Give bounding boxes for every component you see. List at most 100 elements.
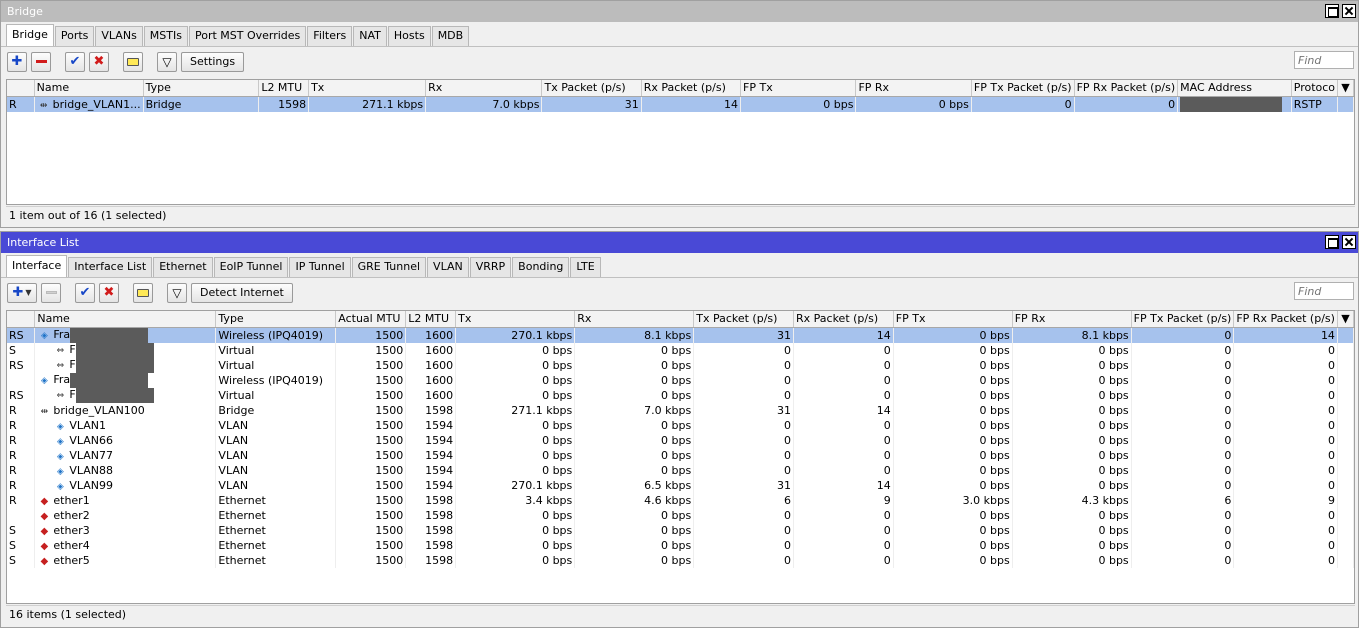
remove-icon[interactable] (41, 282, 61, 303)
column-header-rx-packet-p-s[interactable]: Rx Packet (p/s) (793, 311, 894, 328)
tab-nat[interactable]: NAT (353, 26, 387, 46)
table-row[interactable]: R ◈ VLAN1 VLAN 1500 1594 0 bps 0 bps 0 0 0 bps 0 bp… (7, 417, 1354, 433)
tab-bonding[interactable]: Bonding (512, 257, 570, 277)
column-header-tx-packet-p-s[interactable]: Tx Packet (p/s) (693, 311, 794, 328)
column-header-type[interactable]: Type (215, 311, 337, 328)
column-menu-icon[interactable]: ▼ (1337, 80, 1354, 97)
table-row[interactable]: S ◆ ether3 Ethernet 1500 1598 0 bps 0 bps 0 0 0 bp… (7, 522, 1354, 538)
detect-internet-button[interactable]: Detect Internet (191, 282, 293, 303)
cell-name: ⇹ bridge_VLAN100 (34, 402, 217, 418)
add-icon[interactable]: ✚ (7, 51, 27, 72)
column-header-fp-rx[interactable]: FP Rx (1012, 311, 1132, 328)
cell-fprx: 0 bps (1012, 462, 1132, 478)
column-header-name[interactable]: Name (34, 311, 217, 328)
table-row[interactable]: RS ⇔ F Virtual 1500 1600 0 bps 0 bps 0 0 0 bps 0 bp… (7, 387, 1354, 403)
column-header-type[interactable]: Type (143, 80, 260, 97)
filter-icon[interactable]: ▽ (157, 51, 177, 72)
tab-mdb[interactable]: MDB (431, 26, 470, 46)
table-row[interactable]: R ⇹ bridge_VLAN100 Bridge 1500 1598 271.1 kbps… (7, 402, 1354, 418)
table-row[interactable]: R ⇹ bridge_VLAN1... Bridge 1598 271.1 kbps 7.0… (7, 96, 1354, 112)
ethernet-icon: ◆ (40, 555, 49, 567)
cell-fprxp: 0 (1233, 552, 1338, 568)
tab-ip-tunnel[interactable]: IP Tunnel (289, 257, 351, 277)
tab-interface[interactable]: Interface (6, 255, 68, 277)
column-header-tx[interactable]: Tx (455, 311, 576, 328)
table-row[interactable]: R ◆ ether1 Ethernet 1500 1598 3.4 kbps 4.6 kbps… (7, 492, 1354, 508)
filter-icon[interactable]: ▽ (167, 282, 187, 303)
column-header-rx[interactable]: Rx (425, 80, 543, 97)
tab-bridge[interactable]: Bridge (6, 24, 54, 46)
table-row[interactable]: R ◈ VLAN66 VLAN 1500 1594 0 bps 0 bps 0 0 0 bps 0 b… (7, 432, 1354, 448)
table-row[interactable]: RS ◈ Fra Wireless (IPQ4019) 1500 1600 270.1 kb… (7, 327, 1354, 343)
settings-button[interactable]: Settings (181, 51, 245, 72)
column-header-fp-rx-packet-p-s[interactable]: FP Rx Packet (p/s) (1074, 80, 1179, 97)
column-header-fp-rx[interactable]: FP Rx (855, 80, 972, 97)
column-header-fp-tx-packet-p-s[interactable]: FP Tx Packet (p/s) (971, 80, 1075, 97)
table-row[interactable]: RS ⇔ F Virtual 1500 1600 0 bps 0 bps 0 0 0 bps 0 bp… (7, 357, 1354, 373)
maximize-icon[interactable] (1325, 235, 1339, 249)
tab-hosts[interactable]: Hosts (387, 26, 431, 46)
table-row[interactable]: ◈ Fra Wireless (IPQ4019) 1500 1600 0 bps 0 bps… (7, 372, 1354, 388)
table-row[interactable]: S ⇔ F Virtual 1500 1600 0 bps 0 bps 0 0 0 bps 0 bps… (7, 342, 1354, 358)
table-row[interactable]: ◆ ether2 Ethernet 1500 1598 0 bps 0 bps 0 0 0 bps… (7, 507, 1354, 523)
close-icon[interactable] (1342, 4, 1356, 18)
column-header-fp-tx[interactable]: FP Tx (740, 80, 857, 97)
column-header-tx[interactable]: Tx (308, 80, 427, 97)
table-row[interactable]: R ◈ VLAN77 VLAN 1500 1594 0 bps 0 bps 0 0 0 bps 0 b… (7, 447, 1354, 463)
table-row[interactable]: S ◆ ether5 Ethernet 1500 1598 0 bps 0 bps 0 0 0 bp… (7, 552, 1354, 568)
remove-icon[interactable] (31, 51, 51, 72)
tab-vrrp[interactable]: VRRP (469, 257, 512, 277)
column-header-l2-mtu[interactable]: L2 MTU (405, 311, 457, 328)
column-header-fp-tx-packet-p-s[interactable]: FP Tx Packet (p/s) (1131, 311, 1235, 328)
column-header-fp-rx-packet-p-s[interactable]: FP Rx Packet (p/s) (1233, 311, 1338, 328)
column-header-tx-packet-p-s[interactable]: Tx Packet (p/s) (541, 80, 642, 97)
add-dropdown-icon[interactable]: ✚ ▼ (7, 282, 37, 303)
tab-mstis[interactable]: MSTIs (143, 26, 188, 46)
interface-find-input[interactable] (1294, 282, 1354, 300)
tab-vlans[interactable]: VLANs (95, 26, 143, 46)
table-row[interactable]: R ◈ VLAN99 VLAN 1500 1594 270.1 kbps 6.5 kbps 31… (7, 477, 1354, 493)
close-icon[interactable] (1342, 235, 1356, 249)
cell-txp: 0 (693, 342, 794, 358)
tab-interface-list[interactable]: Interface List (68, 257, 153, 277)
table-row[interactable]: S ◆ ether4 Ethernet 1500 1598 0 bps 0 bps 0 0 0 bp… (7, 537, 1354, 553)
column-header-rx-packet-p-s[interactable]: Rx Packet (p/s) (641, 80, 742, 97)
tab-filters[interactable]: Filters (307, 26, 353, 46)
column-menu-icon[interactable]: ▼ (1337, 311, 1354, 328)
wireless-icon: ◈ (40, 375, 48, 386)
tab-ports[interactable]: Ports (54, 26, 95, 46)
tab-lte[interactable]: LTE (570, 257, 601, 277)
tab-vlan[interactable]: VLAN (427, 257, 469, 277)
enable-icon[interactable]: ✔ (75, 282, 95, 303)
disable-icon[interactable]: ✖ (89, 51, 109, 72)
column-header-l2-mtu[interactable]: L2 MTU (258, 80, 310, 97)
tab-eoip-tunnel[interactable]: EoIP Tunnel (213, 257, 289, 277)
comment-icon[interactable] (133, 282, 153, 303)
column-header-protoco[interactable]: Protoco (1291, 80, 1339, 97)
bridge-find-input[interactable] (1294, 51, 1354, 69)
column-header-actual-mtu[interactable]: Actual MTU (335, 311, 407, 328)
interface-name: VLAN66 (69, 433, 114, 447)
tab-gre-tunnel[interactable]: GRE Tunnel (351, 257, 427, 277)
column-header-name[interactable]: Name (34, 80, 144, 97)
column-header-flags[interactable] (7, 80, 35, 97)
column-header-flags[interactable] (7, 311, 36, 328)
column-header-mac-address[interactable]: MAC Address (1177, 80, 1292, 97)
tab-ethernet[interactable]: Ethernet (153, 257, 213, 277)
column-header-fp-tx[interactable]: FP Tx (893, 311, 1013, 328)
cell-spacer (1337, 417, 1354, 433)
bridge-icon: ⇹ (39, 100, 48, 111)
interface-list-window: Interface List Interface Interface List Et… (0, 231, 1359, 628)
bridge-titlebar[interactable]: Bridge (1, 1, 1358, 22)
enable-icon[interactable]: ✔ (65, 51, 85, 72)
cell-fprx: 0 bps (1012, 447, 1132, 463)
maximize-icon[interactable] (1325, 4, 1339, 18)
cell-spacer (1337, 327, 1354, 343)
interface-titlebar[interactable]: Interface List (1, 232, 1358, 253)
tab-port-mst-overrides[interactable]: Port MST Overrides (188, 26, 307, 46)
disable-icon[interactable]: ✖ (99, 282, 119, 303)
comment-icon[interactable] (123, 51, 143, 72)
table-row[interactable]: R ◈ VLAN88 VLAN 1500 1594 0 bps 0 bps 0 0 0 bps 0 b… (7, 462, 1354, 478)
cell-rxp: 0 (793, 417, 894, 433)
column-header-rx[interactable]: Rx (574, 311, 695, 328)
